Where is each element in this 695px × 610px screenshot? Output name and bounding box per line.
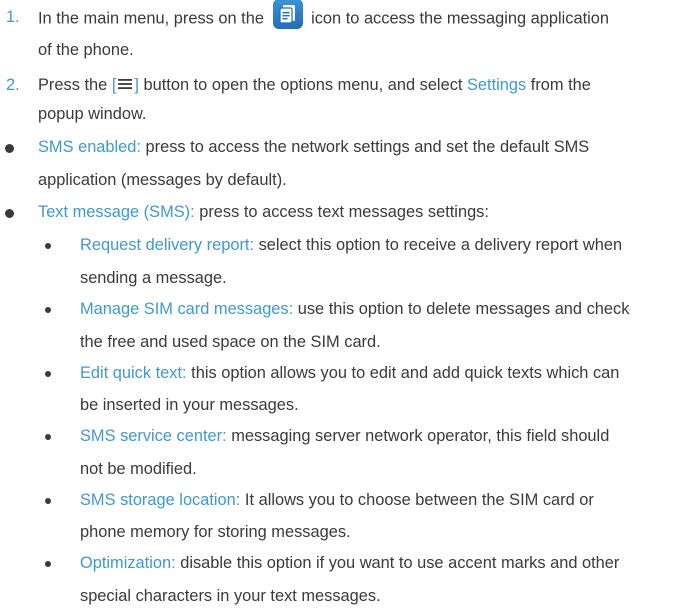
step-number: 1. [6, 8, 20, 27]
step-2-line-1: Press the [] button to open the options … [38, 75, 591, 95]
menu-button-close-bracket: ] [134, 76, 139, 95]
subitem-line-2: special characters in your text messages… [80, 587, 381, 605]
sub-bullet-dot [45, 370, 51, 377]
subitem-line-1: Manage SIM card messages: use this optio… [80, 299, 629, 319]
bullet-dot [5, 144, 14, 154]
bullet-text: press to access the network settings and… [145, 138, 590, 157]
subitem-text: disable this option if you want to use a… [180, 554, 620, 573]
subitem-line-1: Optimization: disable this option if you… [80, 553, 619, 573]
subitem-text: messaging server network operator, this … [231, 427, 610, 446]
subitem-term: SMS service center: [80, 427, 227, 446]
subitem-text: use this option to delete messages and c… [297, 299, 630, 318]
subitem-line-2: sending a message. [80, 269, 227, 287]
step-1-line-1: In the main menu, press on the icon to a… [38, 0, 610, 31]
bullet-line-1: Text message (SMS): press to access text… [38, 202, 489, 222]
subitem-line-1: Edit quick text: this option allows you … [80, 363, 619, 383]
subitem-term: Optimization: [80, 554, 176, 573]
subitem-line-1: SMS storage location: It allows you to c… [80, 490, 594, 510]
bullet-line-1: SMS enabled: press to access the network… [38, 137, 589, 157]
messaging-app-icon [272, 0, 303, 30]
subitem-text: It allows you to choose between the SIM … [244, 490, 594, 509]
menu-icon [118, 75, 133, 95]
subitem-line-2: be inserted in your messages. [80, 396, 299, 415]
bullet-text: press to access text messages settings: [199, 202, 489, 221]
bullet-term: SMS enabled: [38, 138, 141, 157]
step-text: from the [530, 76, 591, 95]
sub-bullet-dot [45, 561, 51, 568]
subitem-line-2: the free and used space on the SIM card. [80, 332, 381, 351]
subitem-text: this option allows you to edit and add q… [191, 363, 620, 382]
subitem-line-1: Request delivery report: select this opt… [80, 235, 622, 255]
menu-button-open-bracket: [ [111, 76, 117, 95]
subitem-text: select this option to receive a delivery… [258, 236, 623, 255]
subitem-term: Request delivery report: [80, 236, 255, 255]
subitem-term: SMS storage location: [80, 490, 241, 509]
sub-bullet-dot [45, 497, 51, 504]
step-text: Press the [38, 76, 108, 95]
step-text: In the main menu, press on the [38, 9, 264, 28]
step-text: button to open the options menu, and sel… [143, 76, 463, 95]
sub-bullet-dot [45, 307, 51, 314]
manual-page: 1. In the main menu, press on the icon t… [0, 0, 695, 610]
bullet-term: Text message (SMS): [38, 202, 195, 221]
step-number: 2. [6, 76, 20, 95]
subitem-line-1: SMS service center: messaging server net… [80, 426, 609, 446]
subitem-line-2: phone memory for storing messages. [80, 523, 351, 542]
subitem-term: Manage SIM card messages: [80, 299, 294, 318]
subitem-line-2: not be modified. [80, 459, 197, 478]
settings-link: Settings [467, 76, 527, 95]
sub-bullet-dot [45, 243, 51, 250]
step-text: icon to access the messaging application [311, 9, 610, 28]
bullet-line-2: application (messages by default). [38, 170, 287, 189]
step-1-line-2: of the phone. [38, 40, 134, 59]
subitem-term: Edit quick text: [80, 363, 187, 382]
sub-bullet-dot [45, 434, 51, 441]
bullet-dot [5, 208, 14, 218]
step-2-line-2: popup window. [38, 105, 147, 124]
